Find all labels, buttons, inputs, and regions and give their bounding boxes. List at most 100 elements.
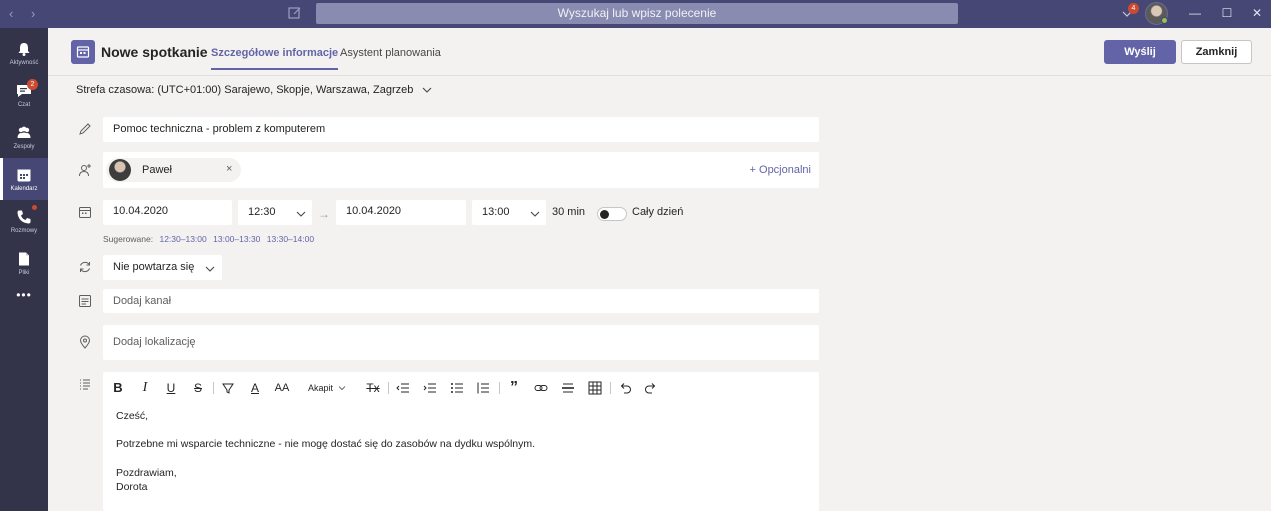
repeat-icon: [80, 261, 90, 273]
suggested-slot[interactable]: 13:30–14:00: [267, 234, 314, 244]
channel-icon: [79, 295, 91, 307]
calls-badge: [32, 205, 37, 210]
font-size-button[interactable]: AA: [273, 380, 291, 396]
teams-icon: [17, 126, 31, 138]
tab-scheduling-assistant[interactable]: Asystent planowania: [340, 47, 441, 68]
calendar-icon: [71, 40, 95, 64]
rail-label: Aktywność: [9, 60, 39, 66]
maximize-icon[interactable]: ☐: [1219, 5, 1235, 21]
rail-item-calendar[interactable]: Kalendarz: [0, 158, 48, 200]
chevron-down-icon: [338, 386, 345, 391]
redo-icon[interactable]: [643, 380, 659, 396]
paragraph-style-select[interactable]: Akapit: [308, 380, 352, 396]
start-date-input[interactable]: 10.04.2020: [103, 200, 232, 225]
presence-status-icon: [1161, 17, 1168, 24]
search-input[interactable]: Wyszukaj lub wpisz polecenie: [316, 3, 958, 24]
back-icon[interactable]: ‹: [9, 6, 13, 21]
suggested-times: Sugerowane: 12:30–13:00 13:00–13:30 13:3…: [103, 234, 314, 244]
channel-input[interactable]: Dodaj kanał: [103, 289, 819, 313]
rail-item-files[interactable]: Pliki: [0, 242, 48, 284]
send-button[interactable]: Wyślij: [1104, 40, 1176, 64]
italic-button[interactable]: I: [138, 380, 152, 396]
bullet-list-icon[interactable]: [449, 380, 465, 396]
body-line: Potrzebne mi wsparcie techniczne - nie m…: [116, 438, 536, 450]
suggested-slot[interactable]: 12:30–13:00: [159, 234, 206, 244]
arrow-icon: →: [318, 207, 330, 221]
clear-format-button[interactable]: Tx: [365, 380, 381, 396]
location-placeholder: Dodaj lokalizację: [113, 336, 196, 348]
meeting-title-input[interactable]: Pomoc techniczna - problem z komputerem: [103, 117, 819, 142]
chat-badge: 2: [27, 79, 38, 90]
compose-icon[interactable]: [287, 5, 303, 21]
duration-label: 30 min: [552, 206, 586, 218]
attendee-chip[interactable]: Paweł ×: [106, 158, 241, 182]
timezone-label: Strefa czasowa: (UTC+01:00) Sarajewo, Sk…: [76, 84, 414, 96]
body-line: Pozdrawiam,: [116, 467, 177, 479]
remove-attendee-icon[interactable]: ×: [226, 163, 232, 175]
app-rail: Aktywność 2 Czat Zespoły Kalendarz Rozmo…: [0, 28, 48, 511]
forward-icon[interactable]: ›: [31, 6, 35, 21]
outdent-icon[interactable]: [395, 380, 411, 396]
numbered-list-icon[interactable]: [475, 380, 491, 396]
timezone-selector[interactable]: Strefa czasowa: (UTC+01:00) Sarajewo, Sk…: [76, 84, 432, 96]
description-icon: [80, 379, 90, 390]
close-icon[interactable]: ✕: [1249, 5, 1265, 21]
start-time-value: 12:30: [248, 206, 276, 218]
strikethrough-button[interactable]: S: [191, 380, 205, 396]
notification-badge: 4: [1128, 3, 1139, 14]
table-icon[interactable]: [587, 380, 603, 396]
calendar-icon: [17, 169, 31, 182]
end-date-input[interactable]: 10.04.2020: [336, 200, 466, 225]
all-day-toggle[interactable]: [597, 207, 627, 221]
add-person-icon: [79, 164, 91, 177]
rail-label: Rozmowy: [10, 228, 38, 234]
avatar: [109, 159, 131, 181]
font-color-button[interactable]: A: [248, 380, 262, 396]
file-icon: [19, 252, 29, 266]
repeat-select[interactable]: Nie powtarza się: [103, 255, 222, 280]
toolbar-divider: [610, 382, 611, 394]
end-time-value: 13:00: [482, 206, 510, 218]
indent-icon[interactable]: [422, 380, 438, 396]
optional-attendees-link[interactable]: + Opcjonalni: [750, 164, 811, 176]
description-editor[interactable]: B I U S A AA Akapit Tx ” Cześć, Potrzebn…: [103, 372, 819, 511]
link-icon[interactable]: [533, 380, 549, 396]
body-line: Dorota: [116, 481, 148, 493]
rail-item-activity[interactable]: Aktywność: [0, 32, 48, 74]
highlight-icon[interactable]: [220, 380, 236, 396]
repeat-value: Nie powtarza się: [113, 261, 195, 273]
end-date-value: 10.04.2020: [346, 205, 402, 217]
suggested-slot[interactable]: 13:00–13:30: [213, 234, 260, 244]
meeting-title-value: Pomoc techniczna - problem z komputerem: [113, 123, 326, 135]
body-line: Cześć,: [116, 410, 149, 422]
bold-button[interactable]: B: [111, 380, 125, 396]
chevron-down-icon: [423, 87, 432, 93]
suggested-label: Sugerowane:: [103, 234, 154, 244]
title-bar: ‹ › Wyszukaj lub wpisz polecenie 4 — ☐ ✕: [0, 0, 1271, 28]
underline-button[interactable]: U: [164, 380, 178, 396]
toolbar-divider: [213, 382, 214, 394]
meeting-header: Nowe spotkanie Szczegółowe informacje As…: [48, 28, 1271, 76]
undo-icon[interactable]: [617, 380, 633, 396]
pencil-icon: [79, 123, 91, 135]
rail-label: Czat: [17, 102, 31, 108]
quote-button[interactable]: ”: [507, 380, 521, 396]
tab-details[interactable]: Szczegółowe informacje: [211, 47, 339, 70]
horizontal-rule-icon[interactable]: [560, 380, 576, 396]
close-button[interactable]: Zamknij: [1181, 40, 1252, 64]
rail-item-chat[interactable]: 2 Czat: [0, 74, 48, 116]
rail-item-teams[interactable]: Zespoły: [0, 116, 48, 158]
rail-label: Zespoły: [13, 144, 35, 150]
rail-item-more[interactable]: •••: [0, 286, 48, 310]
end-time-select[interactable]: 13:00: [472, 200, 546, 225]
location-icon: [79, 335, 91, 349]
minimize-icon[interactable]: —: [1187, 5, 1203, 21]
start-time-select[interactable]: 12:30: [238, 200, 312, 225]
attendee-name: Paweł: [142, 164, 172, 176]
location-input[interactable]: Dodaj lokalizację: [103, 325, 819, 360]
toolbar-divider: [499, 382, 500, 394]
rail-label: Pliki: [18, 270, 30, 276]
rail-item-calls[interactable]: Rozmowy: [0, 200, 48, 242]
phone-icon: [17, 210, 31, 224]
chevron-down-icon: [205, 266, 215, 272]
